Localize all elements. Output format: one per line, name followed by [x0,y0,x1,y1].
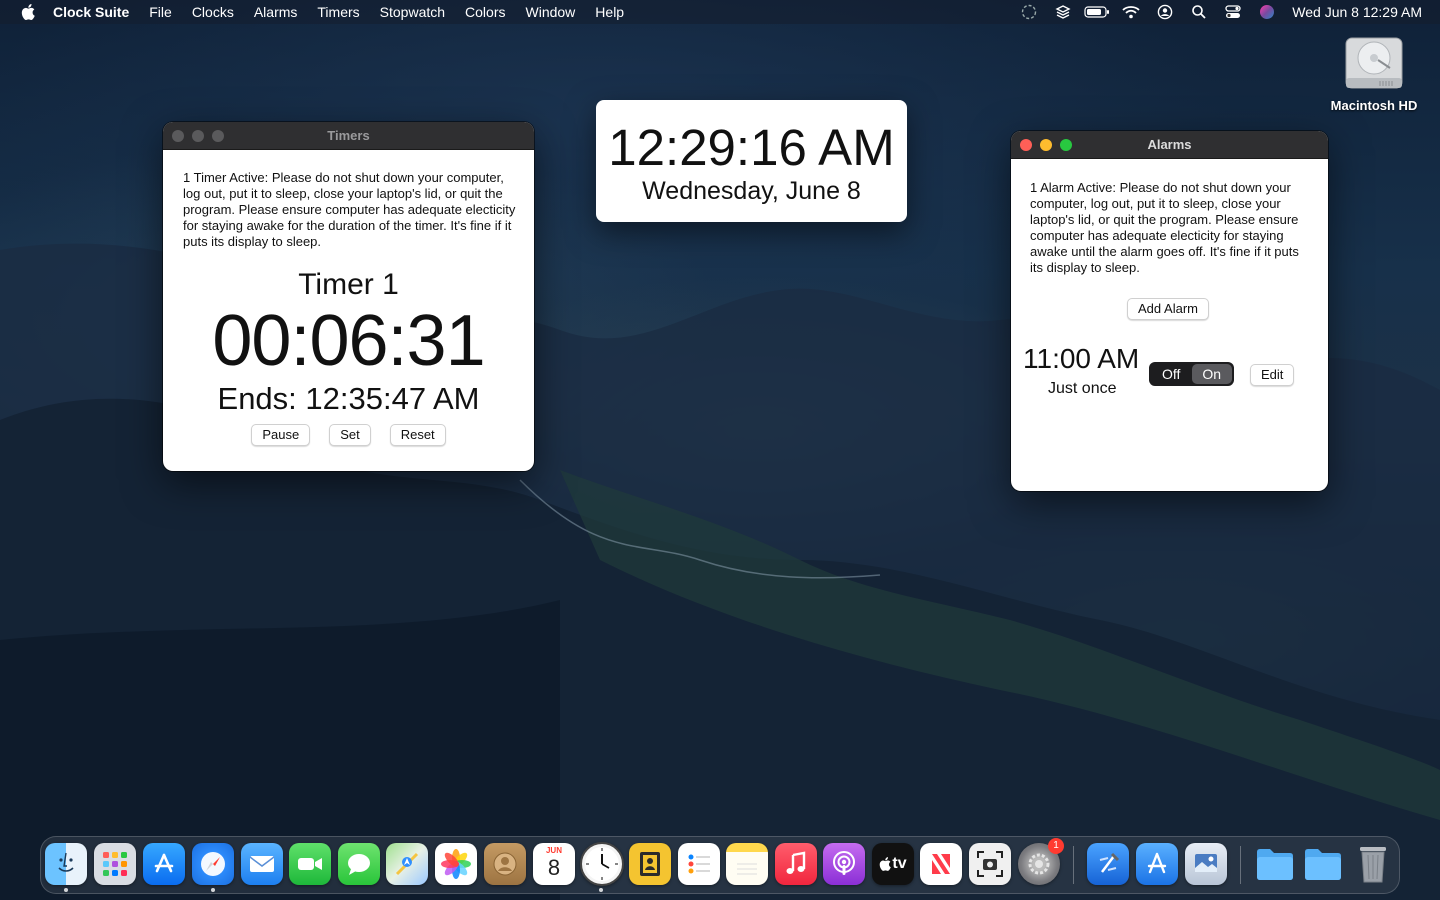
menu-app-name[interactable]: Clock Suite [53,0,139,24]
notes-icon[interactable] [726,843,768,885]
menu-file[interactable]: File [139,0,182,24]
menu-timers[interactable]: Timers [307,0,369,24]
wifi-icon[interactable] [1114,0,1148,24]
running-indicator [599,888,603,892]
address-book-icon[interactable] [629,843,671,885]
xcode-icon[interactable] [1087,843,1129,885]
clock-date: Wednesday, June 8 [642,177,861,205]
timers-titlebar[interactable]: Timers [163,122,534,150]
safari-icon[interactable] [192,843,234,885]
alarm-repeat: Just once [1048,380,1117,397]
mail-icon[interactable] [241,843,283,885]
music-icon[interactable] [775,843,817,885]
trash-icon[interactable] [1352,843,1394,885]
running-indicator [211,888,215,892]
alarms-window: Alarms 1 Alarm Active: Please do not shu… [1011,131,1328,491]
contacts-icon[interactable] [484,843,526,885]
focus-moon-icon[interactable] [1012,0,1046,24]
menu-help[interactable]: Help [585,0,634,24]
close-button[interactable] [1020,138,1032,151]
menubar-datetime[interactable]: Wed Jun 8 12:29 AM [1292,4,1422,20]
alarms-titlebar[interactable]: Alarms [1011,131,1328,159]
menu-colors[interactable]: Colors [455,0,515,24]
minimize-button[interactable] [1040,138,1052,151]
clock-time: 12:29:16 AM [608,119,895,176]
messages-icon[interactable] [338,843,380,885]
timers-window: Timers 1 Timer Active: Please do not shu… [163,122,534,471]
news-icon[interactable] [920,843,962,885]
reminders-icon[interactable] [678,843,720,885]
dock-separator [1073,846,1074,884]
minimize-button[interactable] [192,129,204,142]
spotlight-search-icon[interactable] [1182,0,1216,24]
podcasts-icon[interactable] [823,843,865,885]
timer-name: Timer 1 [298,268,399,301]
macintosh-hd-desktop-icon[interactable]: Macintosh HD [1326,34,1422,113]
maps-icon[interactable] [386,843,428,885]
edit-alarm-button[interactable]: Edit [1250,364,1295,386]
zoom-button[interactable] [1060,138,1072,151]
menu-clocks[interactable]: Clocks [182,0,244,24]
pause-button[interactable]: Pause [251,424,311,446]
timer-active-notice: 1 Timer Active: Please do not shut down … [183,170,516,249]
tv-label: tv [892,855,907,872]
alarm-active-notice: 1 Alarm Active: Please do not shut down … [1030,180,1299,275]
apple-menu-icon[interactable] [18,0,38,24]
menu-window[interactable]: Window [516,0,586,24]
dock-separator [1240,846,1241,884]
running-indicator [64,888,68,892]
calendar-day: 8 [547,855,561,880]
user-account-icon[interactable] [1148,0,1182,24]
notification-badge: 1 [1048,838,1064,854]
reset-button[interactable]: Reset [389,424,446,446]
app-store-icon[interactable] [143,843,185,885]
toggle-on-segment[interactable]: On [1191,364,1232,384]
tv-icon[interactable]: tv [872,843,914,885]
toggle-off-segment[interactable]: Off [1151,364,1192,384]
launchpad-icon[interactable] [94,843,136,885]
downloads-folder-icon[interactable] [1302,843,1344,885]
timer-countdown: 00:06:31 [212,301,485,381]
timer-end-time: Ends: 12:35:47 AM [217,381,480,416]
menu-bar: Clock Suite File Clocks Alarms Timers St… [0,0,1440,24]
close-button[interactable] [172,129,184,142]
preview-icon[interactable] [1185,843,1227,885]
calendar-icon[interactable]: JUN 8 [533,843,575,885]
set-button[interactable]: Set [329,424,371,446]
simulator-icon[interactable] [1136,843,1178,885]
clock-window[interactable]: 12:29:16 AM Wednesday, June 8 [596,100,907,222]
screenshot-icon[interactable] [969,843,1011,885]
siri-icon[interactable] [1250,0,1284,24]
add-alarm-button[interactable]: Add Alarm [1127,298,1209,320]
finder-icon[interactable] [45,843,87,885]
zoom-button[interactable] [212,129,224,142]
menu-alarms[interactable]: Alarms [244,0,308,24]
disk-label: Macintosh HD [1330,98,1418,113]
clock-suite-icon[interactable] [580,842,624,886]
battery-icon[interactable] [1080,0,1114,24]
alarm-time: 11:00 AM [1023,343,1140,374]
photos-icon[interactable] [435,843,477,885]
layers-icon[interactable] [1046,0,1080,24]
alarm-on-off-toggle[interactable]: Off On [1149,362,1234,386]
system-preferences-icon[interactable]: 1 [1018,838,1064,885]
control-center-icon[interactable] [1216,0,1250,24]
menu-stopwatch[interactable]: Stopwatch [370,0,455,24]
hard-drive-icon [1345,37,1403,89]
folder-icon[interactable] [1254,843,1296,885]
facetime-icon[interactable] [289,843,331,885]
